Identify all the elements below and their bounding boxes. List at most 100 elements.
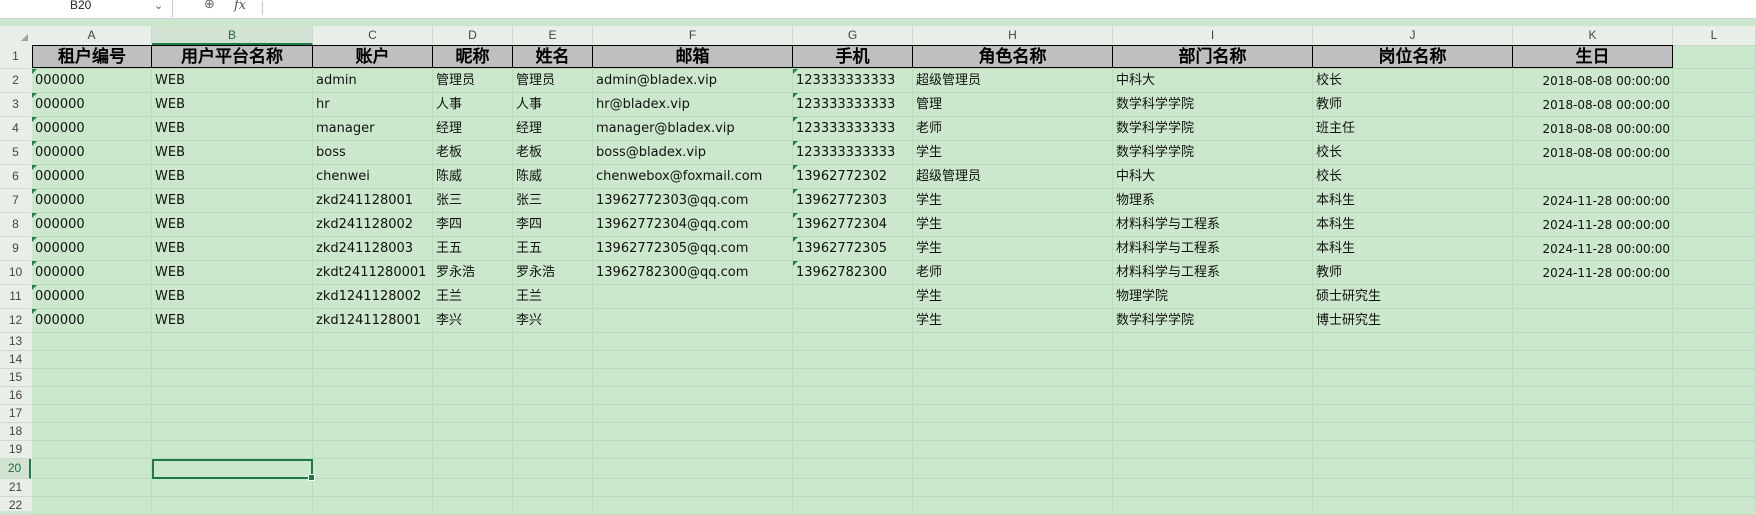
table-cell[interactable]: 李四 [513,213,593,237]
table-cell[interactable]: 2024-11-28 00:00:00 [1513,213,1673,237]
table-cell[interactable]: manager [313,117,433,141]
table-cell[interactable]: WEB [152,141,313,165]
table-cell[interactable]: 人事 [433,93,513,117]
table-cell[interactable]: 硕士研究生 [1313,285,1513,309]
table-cell[interactable]: WEB [152,285,313,309]
fx-icon[interactable]: fx [234,0,246,13]
table-cell[interactable]: 13962772305 [793,237,913,261]
table-header-cell[interactable]: 角色名称 [913,45,1113,68]
row-header-4[interactable]: 4 [0,117,31,141]
table-cell[interactable]: WEB [152,213,313,237]
table-cell[interactable]: 000000 [32,261,152,285]
table-cell[interactable]: 本科生 [1313,189,1513,213]
table-cell[interactable]: 中科大 [1113,69,1313,93]
table-cell[interactable]: 罗永浩 [513,261,593,285]
row-header-8[interactable]: 8 [0,213,31,237]
row-header-13[interactable]: 13 [0,333,31,351]
table-cell[interactable]: WEB [152,93,313,117]
table-cell[interactable]: 123333333333 [793,93,913,117]
table-cell[interactable]: 陈威 [513,165,593,189]
table-cell[interactable] [793,309,913,333]
table-cell[interactable]: 数学科学学院 [1113,117,1313,141]
row-header-9[interactable]: 9 [0,237,31,261]
table-cell[interactable]: 2024-11-28 00:00:00 [1513,189,1673,213]
formula-input[interactable] [268,0,1748,17]
table-cell[interactable]: 材料科学与工程系 [1113,261,1313,285]
table-cell[interactable]: WEB [152,189,313,213]
table-cell[interactable]: 人事 [513,93,593,117]
column-header-h[interactable]: H [913,26,1113,45]
table-cell[interactable]: manager@bladex.vip [593,117,793,141]
table-cell[interactable]: WEB [152,309,313,333]
table-cell[interactable]: 2018-08-08 00:00:00 [1513,117,1673,141]
table-cell[interactable]: 博士研究生 [1313,309,1513,333]
table-cell[interactable]: 123333333333 [793,69,913,93]
table-cell[interactable]: 000000 [32,285,152,309]
table-cell[interactable]: WEB [152,165,313,189]
table-cell[interactable] [1513,165,1673,189]
table-cell[interactable]: WEB [152,117,313,141]
select-all-corner[interactable] [0,26,32,45]
row-header-1[interactable]: 1 [0,45,31,69]
table-cell[interactable]: 老师 [913,117,1113,141]
table-cell[interactable]: 123333333333 [793,141,913,165]
table-header-cell[interactable]: 账户 [313,45,433,68]
column-header-g[interactable]: G [793,26,913,45]
column-header-d[interactable]: D [433,26,513,45]
row-header-19[interactable]: 19 [0,441,31,459]
table-header-cell[interactable]: 生日 [1513,45,1673,68]
table-cell[interactable]: 李四 [433,213,513,237]
row-header-20[interactable]: 20 [0,459,31,479]
table-header-cell[interactable]: 用户平台名称 [152,45,313,68]
table-cell[interactable]: 13962772304@qq.com [593,213,793,237]
table-cell[interactable]: 校长 [1313,69,1513,93]
table-cell[interactable]: 13962772303@qq.com [593,189,793,213]
column-header-e[interactable]: E [513,26,593,45]
table-cell[interactable] [593,309,793,333]
table-cell[interactable]: 李兴 [513,309,593,333]
table-cell[interactable]: 13962782300 [793,261,913,285]
table-cell[interactable]: 王五 [513,237,593,261]
table-cell[interactable]: 超级管理员 [913,69,1113,93]
table-cell[interactable]: 2018-08-08 00:00:00 [1513,141,1673,165]
table-cell[interactable]: 老板 [433,141,513,165]
table-cell[interactable]: 13962772302 [793,165,913,189]
table-cell[interactable]: 老师 [913,261,1113,285]
table-cell[interactable]: 经理 [513,117,593,141]
table-cell[interactable]: 学生 [913,237,1113,261]
table-cell[interactable]: 李兴 [433,309,513,333]
table-cell[interactable]: 校长 [1313,165,1513,189]
table-cell[interactable]: 物理系 [1113,189,1313,213]
table-cell[interactable]: 罗永浩 [433,261,513,285]
table-cell[interactable]: zkd241128001 [313,189,433,213]
row-header-15[interactable]: 15 [0,369,31,387]
table-cell[interactable]: 000000 [32,189,152,213]
chevron-down-icon[interactable]: ⌄ [154,0,163,12]
row-header-21[interactable]: 21 [0,479,31,497]
table-cell[interactable]: admin@bladex.vip [593,69,793,93]
table-cell[interactable]: 000000 [32,165,152,189]
row-header-5[interactable]: 5 [0,141,31,165]
table-cell[interactable]: 学生 [913,213,1113,237]
column-header-a[interactable]: A [32,26,152,45]
table-cell[interactable]: 数学科学学院 [1113,309,1313,333]
row-header-11[interactable]: 11 [0,285,31,309]
table-cell[interactable]: 校长 [1313,141,1513,165]
table-cell[interactable]: 张三 [433,189,513,213]
table-cell[interactable]: 000000 [32,309,152,333]
table-cell[interactable]: zkd241128002 [313,213,433,237]
table-cell[interactable]: 学生 [913,309,1113,333]
table-cell[interactable]: 13962772303 [793,189,913,213]
table-cell[interactable]: 本科生 [1313,213,1513,237]
row-header-22[interactable]: 22 [0,497,31,515]
zoom-icon[interactable]: ⊕ [204,0,215,12]
table-cell[interactable]: 教师 [1313,261,1513,285]
row-header-18[interactable]: 18 [0,423,31,441]
table-cell[interactable]: 超级管理员 [913,165,1113,189]
table-cell[interactable]: 陈威 [433,165,513,189]
table-cell[interactable]: 老板 [513,141,593,165]
table-cell[interactable]: zkd241128003 [313,237,433,261]
row-header-2[interactable]: 2 [0,69,31,93]
table-cell[interactable]: 123333333333 [793,117,913,141]
column-header-f[interactable]: F [593,26,793,45]
